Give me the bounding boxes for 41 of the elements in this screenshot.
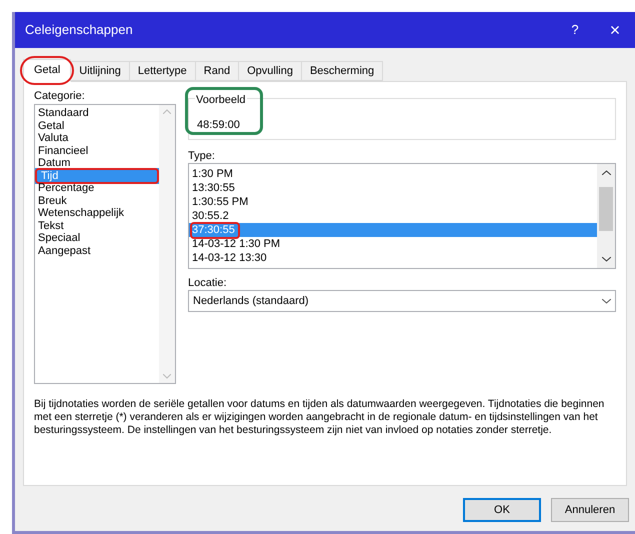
scrollbar[interactable] [597,164,615,268]
category-item[interactable]: Getal [35,120,159,132]
tab[interactable]: Uitlijning [71,61,130,81]
preview-value: 48:59:00 [197,118,240,133]
category-item[interactable]: Valuta [35,132,159,144]
close-button[interactable]: × [595,12,635,48]
type-list[interactable]: 1:30 PM 13:30:55 1:30:55 PM 30:55.2 37:30:55 14-03-12 1:30 PM 14-03-12 13:30 [188,163,616,269]
scroll-thumb[interactable] [599,187,613,231]
tab[interactable]: Getal [23,59,72,82]
type-item[interactable]: 14-03-12 1:30 PM [189,237,597,251]
tab[interactable]: Lettertype [130,61,196,81]
type-item[interactable]: 30:55.2 [189,209,597,223]
category-item[interactable]: Standaard [35,107,159,120]
type-item[interactable]: 14-03-12 13:30 [189,251,597,265]
dialog-button[interactable]: Annuleren [551,498,629,522]
category-item[interactable]: Breuk [35,194,159,207]
window-title: Celeigenschappen [25,21,133,40]
location-label: Locatie: [188,276,228,290]
type-label: Type: [188,149,216,163]
category-label: Categorie: [34,89,86,104]
category-item[interactable]: Speciaal [35,232,159,244]
category-item[interactable]: Percentage [35,182,159,194]
type-item[interactable]: 1:30:55 PM [189,195,597,209]
category-item[interactable]: Aangepast [35,244,159,257]
tab[interactable]: Rand [196,61,240,81]
tab[interactable]: Bescherming [302,61,384,81]
type-item[interactable]: 13:30:55 [189,181,597,195]
tab[interactable]: Opvulling [239,61,302,81]
category-item[interactable]: Financieel [35,144,159,157]
category-list[interactable]: Standaard Getal Valuta Financieel Datum Tijd Percentage Breuk Wetenschappelijk Tekst Speciaal Aangepast [34,104,176,384]
location-value: Nederlands (standaard) [192,294,310,309]
scroll-down-icon[interactable] [602,257,610,262]
scroll-up-icon[interactable] [602,170,610,175]
category-item[interactable]: Tekst [35,220,159,232]
type-item[interactable]: 1:30 PM [189,167,597,181]
help-button[interactable]: ? [555,12,595,48]
description-text: Bij tijdnotaties worden de seriële getallen voor datums en tijden als datumwaarden weergegeven. Tijdnotaties die beginnen met een sterretje (*) veranderen als er wijzigingen worden aangebracht in de regionale datum- en tijdsinstellingen van het besturingssysteem. De instellingen van het besturingssysteem zijn niet van invloed op notaties zonder sterretje. [34,398,606,437]
location-dropdown[interactable]: Nederlands (standaard) [188,290,616,312]
dialog-button[interactable]: OK [463,498,541,522]
category-item[interactable]: Wetenschappelijk [35,207,159,220]
category-item[interactable]: Datum [35,157,159,170]
